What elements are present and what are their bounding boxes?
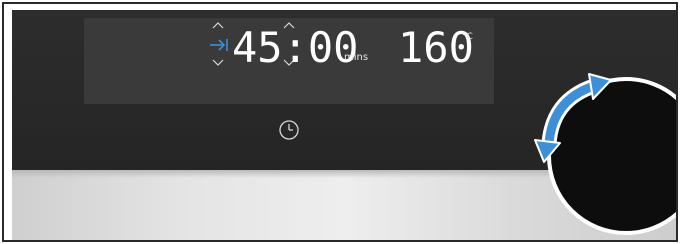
appliance-frame: 45:00 mins 160 °C [2,2,678,242]
control-knob-area [534,73,676,235]
